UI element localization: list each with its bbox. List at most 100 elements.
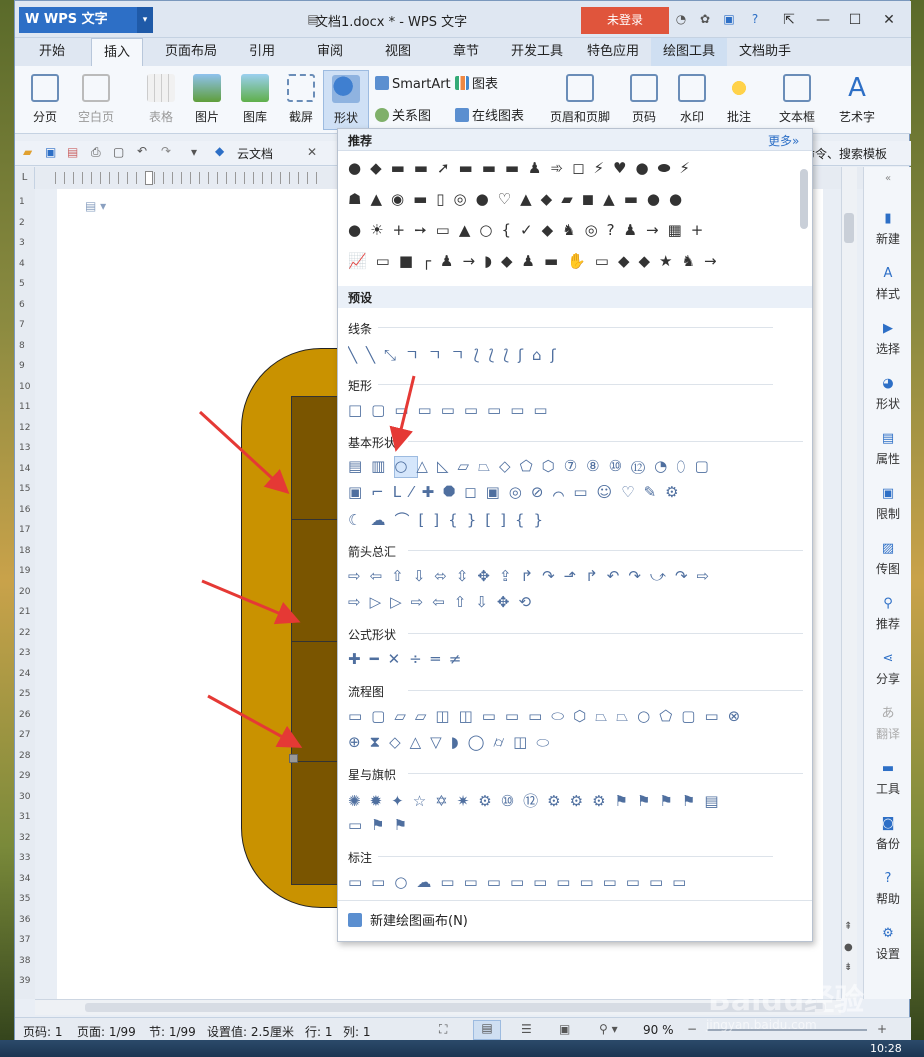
undo-icon[interactable]: ↶	[137, 144, 147, 158]
save-icon[interactable]: ▣	[45, 145, 56, 159]
fullscreen-icon[interactable]: ⛶	[439, 1022, 447, 1037]
shape-row-lines[interactable]: ╲╲⤡ㄱㄱㄱ⟅⟅⟅ʃ⌂ʃ	[348, 344, 803, 364]
header-footer-button[interactable]: 页眉和页脚	[543, 70, 617, 130]
page-number-button[interactable]: 页码	[621, 70, 667, 130]
tab-insert[interactable]: 插入	[91, 38, 144, 66]
gallery-button[interactable]: 图库	[233, 70, 277, 130]
scroll-thumb[interactable]	[844, 213, 854, 243]
tab-stop-selector[interactable]: L	[15, 167, 35, 189]
indent-marker[interactable]	[145, 171, 153, 185]
feedback-icon[interactable]: ▣	[721, 11, 737, 27]
shape-row-arrows[interactable]: ⇨▷▷⇨⇦⇧⇩✥⟲	[348, 593, 803, 613]
tab-developer[interactable]: 开发工具	[499, 38, 575, 66]
new-drawing-canvas-item[interactable]: 新建绘图画布(N)	[348, 910, 468, 929]
print-icon[interactable]: ⎙	[91, 145, 101, 160]
pane-settings[interactable]: ⚙ 设置	[864, 916, 912, 966]
comment-button[interactable]: 批注	[719, 70, 759, 130]
zoom-level[interactable]: 90 %	[643, 1023, 674, 1037]
close-tab-icon[interactable]: ✕	[307, 145, 317, 159]
textbox-button[interactable]: 文本框	[771, 70, 823, 130]
table-button[interactable]: 表格	[141, 70, 181, 130]
reading-mode-icon[interactable]: ⚲ ▾	[599, 1022, 618, 1036]
recommend-row[interactable]: ●☀+➙▭▲○{✓◆♞◎?♟→▦+	[348, 221, 788, 245]
tab-doc-assistant[interactable]: 文档助手	[727, 38, 803, 66]
pane-property[interactable]: ▤ 属性	[864, 421, 912, 471]
pane-help[interactable]: ? 帮助	[864, 861, 912, 911]
recommend-row[interactable]: ●◆▬▬➚▬▬▬♟➾◻⚡♥●⬬⚡	[348, 159, 788, 183]
tab-review[interactable]: 审阅	[305, 38, 355, 66]
tab-view[interactable]: 视图	[373, 38, 423, 66]
page-view-icon[interactable]: ▤	[473, 1020, 501, 1040]
pane-share[interactable]: ⋖ 分享	[864, 641, 912, 691]
wordart-button[interactable]: A 艺术字	[829, 70, 885, 130]
pane-shape[interactable]: ◕ 形状	[864, 366, 912, 416]
tab-drawing-tools[interactable]: 绘图工具	[651, 38, 728, 66]
shape-row-arrows[interactable]: ⇨⇦⇧⇩⬄⇳✥⇪↱↷⬏↱↶↷⤻↷⇨	[348, 567, 803, 587]
minimize-button[interactable]: —	[811, 9, 835, 31]
cloud-doc-tab[interactable]: 云文档	[237, 145, 273, 162]
recommend-row[interactable]: ☗▲◉▬▯◎●♡▲◆▰◼▲▬●●	[348, 190, 788, 214]
prev-page-icon[interactable]: ⇞	[844, 921, 852, 932]
shape-row-callouts[interactable]: ▭▭○☁▭▭▭▭▭▭▭▭▭▭▭	[348, 873, 803, 893]
paste-options-icon[interactable]: ▤ ▾	[85, 199, 106, 213]
picture-button[interactable]: 图片	[185, 70, 229, 130]
pdf-icon[interactable]: ▤	[67, 145, 78, 159]
relation-chart-button[interactable]: 关系图	[375, 106, 431, 128]
online-chart-button[interactable]: 在线图表	[455, 106, 524, 128]
shape-row-stars[interactable]: ▭⚑⚑	[348, 816, 803, 836]
open-icon[interactable]: ▰	[23, 145, 32, 159]
maximize-button[interactable]: ☐	[843, 9, 867, 31]
more-link[interactable]: 更多»	[768, 132, 799, 149]
shape-row-basic[interactable]: ☾☁⌒[]{}[]{}	[348, 509, 803, 529]
vertical-scrollbar[interactable]: ⇞ ● ⇟	[841, 167, 857, 999]
pane-tools[interactable]: ▬ 工具	[864, 751, 912, 801]
settings-icon[interactable]: ✿	[697, 11, 713, 27]
dropdown-scroll-thumb[interactable]	[800, 169, 808, 229]
shape-row-stars[interactable]: ✺✹✦☆✡✷⚙⑩⑫⚙⚙⚙⚑⚑⚑⚑▤	[348, 790, 803, 810]
pane-select[interactable]: ▶ 选择	[864, 311, 912, 361]
skin-icon[interactable]: ◔	[673, 11, 689, 27]
tab-references[interactable]: 引用	[237, 38, 287, 66]
app-menu-dropdown-button[interactable]: ▾	[137, 7, 153, 33]
page-break-button[interactable]: 分页	[25, 70, 65, 130]
recommend-row[interactable]: 📈▭■┌♟→◗◆♟▬✋▭◆◆★♞→	[348, 252, 788, 276]
shape-row-rectangles[interactable]: □▢▭▭▭▭▭▭▭	[348, 401, 803, 421]
help-icon[interactable]: ?	[747, 11, 763, 27]
shape-row-basic[interactable]: ▤▥○△◺▱⏢◇⬠⬡⑦⑧⑩⑫◔⬯▢	[348, 457, 803, 477]
app-menu-button[interactable]: W WPS 文字	[19, 7, 137, 33]
watermark-button[interactable]: 水印	[669, 70, 715, 130]
shape-row-basic[interactable]: ▣⌐L⁄✚⯃◻▣◎⊘⌒▭☺♡✎⚙	[348, 483, 803, 503]
pane-collapse-icon[interactable]: «	[864, 173, 912, 184]
web-view-icon[interactable]: ▣	[559, 1022, 570, 1036]
next-page-icon[interactable]: ⇟	[844, 962, 852, 973]
pane-new[interactable]: ▮ 新建	[864, 201, 912, 251]
pane-translate[interactable]: あ翻译	[864, 696, 912, 746]
outline-view-icon[interactable]: ☰	[521, 1022, 532, 1036]
smartart-button[interactable]: SmartArt	[375, 74, 451, 96]
browse-object-icon[interactable]: ●	[844, 942, 853, 953]
tab-start[interactable]: 开始	[27, 38, 77, 66]
screenshot-button[interactable]: 截屏	[279, 70, 323, 130]
redo-icon[interactable]: ↷	[161, 144, 171, 158]
tab-page-layout[interactable]: 页面布局	[153, 38, 229, 66]
restore-ribbon-icon[interactable]: ⇱	[777, 9, 801, 31]
shape-row-flowchart[interactable]: ⊕⧗◇△▽◗◯⌭◫⬭	[348, 733, 803, 753]
shape-handle[interactable]	[289, 754, 298, 763]
zoom-out-icon[interactable]: −	[687, 1022, 697, 1036]
tab-special[interactable]: 特色应用	[575, 38, 651, 66]
blank-page-button[interactable]: 空白页	[71, 70, 121, 130]
login-button[interactable]: 未登录	[581, 7, 669, 34]
pane-recommend[interactable]: ⚲ 推荐	[864, 586, 912, 636]
pane-upload[interactable]: ▨ 传图	[864, 531, 912, 581]
pane-style[interactable]: A 样式	[864, 256, 912, 306]
qat-dropdown-icon[interactable]: ▾	[191, 145, 197, 159]
tab-chapter[interactable]: 章节	[441, 38, 491, 66]
shape-button[interactable]: 形状	[323, 70, 369, 130]
zoom-in-icon[interactable]: +	[877, 1022, 887, 1036]
pane-restrict[interactable]: ▣ 限制	[864, 476, 912, 526]
chart-button[interactable]: 图表	[455, 74, 498, 96]
shape-row-equation[interactable]: ✚━✕÷═≠	[348, 650, 803, 670]
shape-row-flowchart[interactable]: ▭▢⏥▱◫◫▭▭▭⬭⬡⏢⏢○⬠▢▭⊗	[348, 707, 803, 727]
close-button[interactable]: ✕	[877, 9, 901, 31]
pane-backup[interactable]: ◙ 备份	[864, 806, 912, 856]
